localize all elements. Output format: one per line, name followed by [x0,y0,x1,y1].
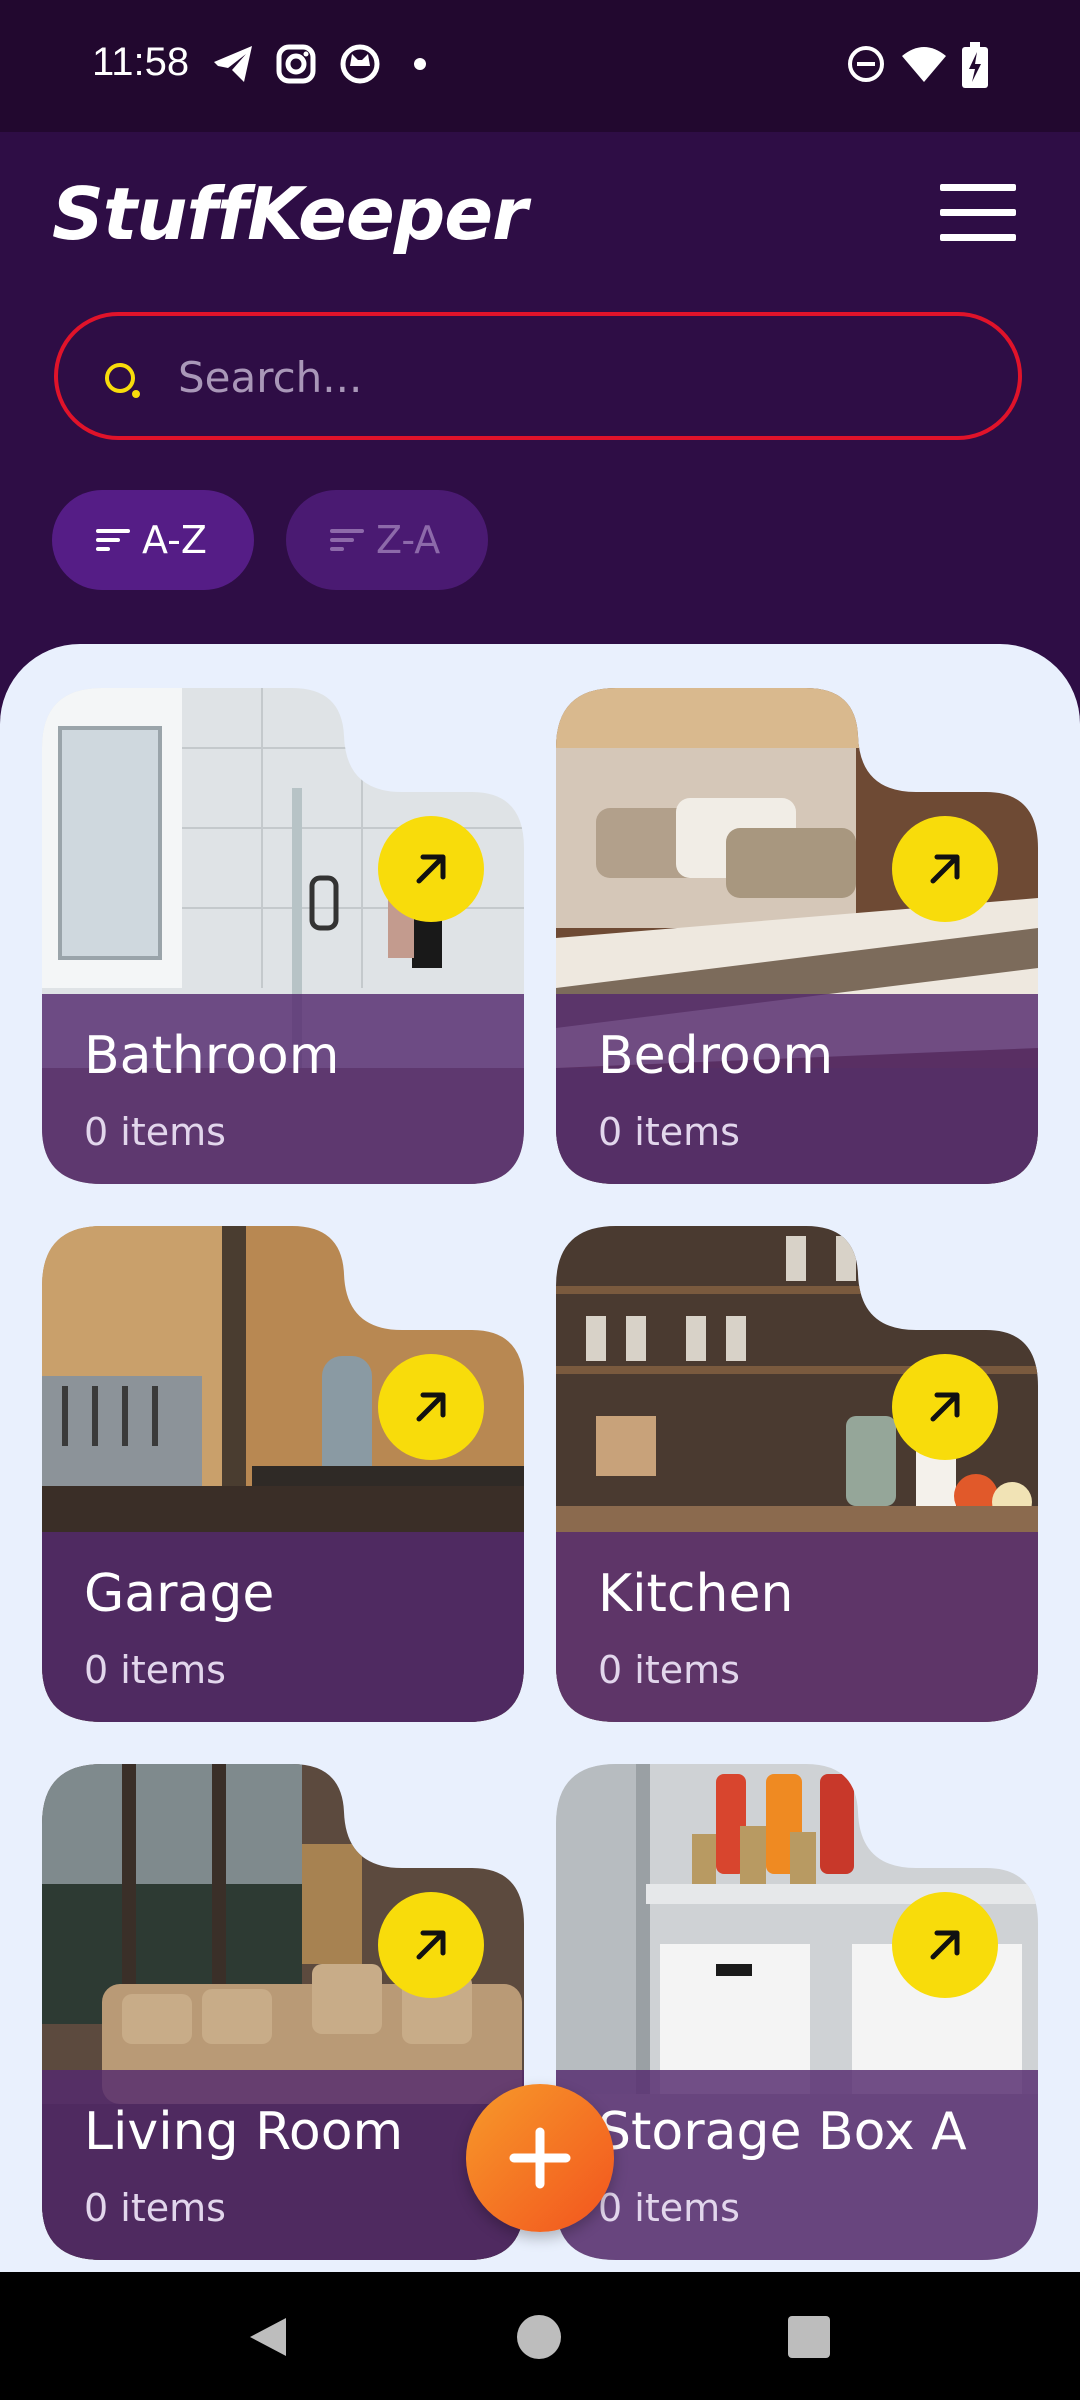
status-time: 11:58 [92,40,190,84]
home-icon[interactable] [516,2314,562,2360]
back-icon[interactable] [246,2314,292,2360]
status-bar: 11:58 [0,0,1080,132]
sort-az-label: A-Z [142,518,207,562]
telegram-icon [214,46,252,82]
search-icon [105,363,140,398]
room-name: Storage Box A [598,2102,967,2162]
room-name: Living Room [84,2102,404,2162]
room-item-count: 0 items [598,1648,740,1692]
room-item-count: 0 items [598,2186,740,2230]
room-card-bathroom[interactable]: Bathroom 0 items [42,688,524,1184]
room-name: Bedroom [598,1026,834,1086]
room-card-living-room[interactable]: Living Room 0 items [42,1764,524,2260]
sort-za-button[interactable]: Z-A [286,490,488,590]
room-item-count: 0 items [84,1110,226,1154]
battery-charging-icon [962,42,988,88]
open-room-button[interactable] [892,1354,998,1460]
menu-button[interactable] [940,184,1016,244]
do-not-disturb-icon [848,46,884,82]
open-room-button[interactable] [892,1892,998,1998]
arrow-up-right-icon [930,854,960,884]
room-item-count: 0 items [84,2186,226,2230]
search-bar[interactable] [54,312,1022,440]
card-overlay [556,1532,1038,1722]
room-card-kitchen[interactable]: Kitchen 0 items [556,1226,1038,1722]
search-input[interactable] [176,344,960,410]
cat-app-icon [340,44,380,84]
instagram-icon [276,44,316,84]
app-title: StuffKeeper [52,172,528,256]
hamburger-line [940,209,1016,216]
arrow-up-right-icon [416,1930,446,1960]
card-overlay [42,2070,524,2260]
room-name: Bathroom [84,1026,340,1086]
room-name: Kitchen [598,1564,794,1624]
arrow-up-right-icon [930,1930,960,1960]
sort-za-label: Z-A [376,518,441,562]
arrow-up-right-icon [416,1392,446,1422]
dot-icon [414,58,426,70]
app-header: StuffKeeper A-Z Z-A [0,132,1080,652]
sort-az-button[interactable]: A-Z [52,490,254,590]
recents-icon[interactable] [788,2316,830,2358]
card-overlay [42,994,524,1184]
open-room-button[interactable] [892,816,998,922]
card-overlay [556,994,1038,1184]
open-room-button[interactable] [378,1892,484,1998]
add-room-button[interactable] [466,2084,614,2232]
open-room-button[interactable] [378,816,484,922]
wifi-icon [902,47,946,82]
system-nav-bar [0,2272,1080,2400]
sort-icon [96,529,130,551]
open-room-button[interactable] [378,1354,484,1460]
room-card-garage[interactable]: Garage 0 items [42,1226,524,1722]
room-item-count: 0 items [84,1648,226,1692]
hamburger-line [940,234,1016,241]
sort-icon [330,529,364,551]
arrow-up-right-icon [416,854,446,884]
rooms-grid: Bathroom 0 items Bedroom 0 items Garage … [0,644,1080,2272]
card-overlay [42,1532,524,1722]
hamburger-menu-icon [940,184,1016,191]
arrow-up-right-icon [930,1392,960,1422]
room-item-count: 0 items [598,1110,740,1154]
plus-icon [509,2127,571,2189]
room-name: Garage [84,1564,275,1624]
room-card-bedroom[interactable]: Bedroom 0 items [556,688,1038,1184]
card-overlay [556,2070,1038,2260]
room-card-storage-box-a[interactable]: Storage Box A 0 items [556,1764,1038,2260]
